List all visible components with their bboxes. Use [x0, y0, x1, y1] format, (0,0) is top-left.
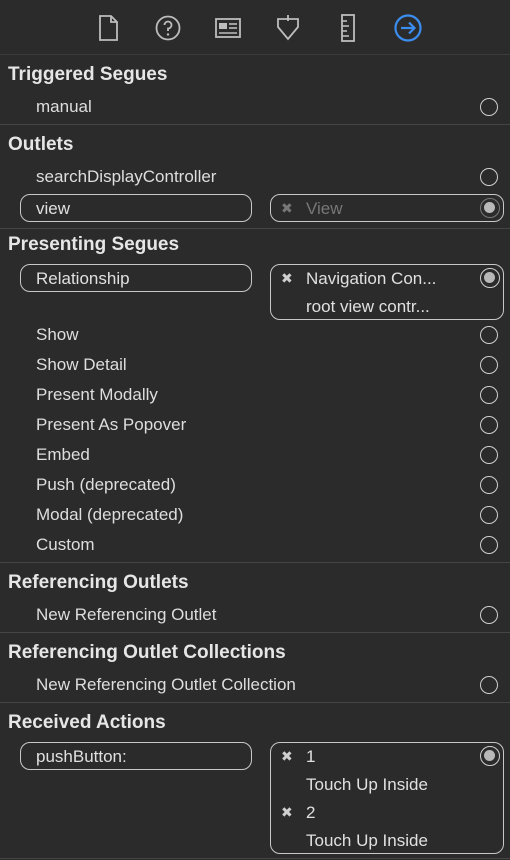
- outlet-view-target-pill[interactable]: ✖ View: [270, 194, 504, 222]
- disconnect-icon[interactable]: ✖: [281, 270, 293, 287]
- action-label: pushButton:: [36, 747, 127, 766]
- identity-icon[interactable]: [212, 12, 244, 44]
- connection-circle[interactable]: [480, 386, 498, 404]
- connection-circle[interactable]: [480, 606, 498, 624]
- action-connection-event: Touch Up Inside: [306, 831, 428, 850]
- disconnect-icon[interactable]: ✖: [281, 200, 293, 217]
- connection-circle[interactable]: [480, 326, 498, 344]
- section-divider: [0, 858, 510, 859]
- connection-circle[interactable]: [480, 506, 498, 524]
- connection-row-manual: manual: [36, 97, 92, 116]
- relationship-target-box[interactable]: ✖ Navigation Con... root view contr...: [270, 264, 504, 320]
- section-title-presenting-segues: Presenting Segues: [8, 234, 180, 255]
- section-divider: [0, 124, 510, 125]
- section-title-outlets: Outlets: [8, 134, 74, 155]
- connected-circle[interactable]: [480, 746, 500, 766]
- section-divider: [0, 562, 510, 563]
- segue-row-present-as-popover: Present As Popover: [36, 415, 187, 434]
- connection-row-new-referencing-outlet: New Referencing Outlet: [36, 605, 217, 624]
- relationship-label: Relationship: [36, 269, 130, 288]
- connection-circle[interactable]: [480, 446, 498, 464]
- attributes-icon[interactable]: [272, 12, 304, 44]
- help-icon[interactable]: [152, 12, 184, 44]
- action-push-button-pill[interactable]: pushButton:: [20, 742, 252, 770]
- section-title-triggered-segues: Triggered Segues: [8, 64, 168, 85]
- connection-row-search-display-controller: searchDisplayController: [36, 167, 217, 186]
- size-icon[interactable]: [332, 12, 364, 44]
- connection-circle[interactable]: [480, 676, 498, 694]
- connections-icon[interactable]: [392, 12, 424, 44]
- connection-row-new-referencing-outlet-collection: New Referencing Outlet Collection: [36, 675, 296, 694]
- action-connection-index: 2: [306, 803, 316, 822]
- action-connection-index: 1: [306, 747, 316, 766]
- segue-row-embed: Embed: [36, 445, 90, 464]
- segue-row-show: Show: [36, 325, 79, 344]
- disconnect-icon[interactable]: ✖: [281, 804, 293, 821]
- connection-circle[interactable]: [480, 356, 498, 374]
- section-title-referencing-outlets: Referencing Outlets: [8, 572, 189, 593]
- inspector-toolbar: [0, 0, 510, 55]
- outlet-view-pill[interactable]: view: [20, 194, 252, 222]
- connection-circle[interactable]: [480, 168, 498, 186]
- outlet-view-label: view: [36, 199, 71, 218]
- action-connection-event: Touch Up Inside: [306, 775, 428, 794]
- connected-circle[interactable]: [480, 198, 500, 218]
- outlet-view-target: View: [306, 199, 343, 218]
- section-title-referencing-outlet-collections: Referencing Outlet Collections: [8, 642, 286, 663]
- section-divider: [0, 632, 510, 633]
- relationship-target-line1: Navigation Con...: [306, 269, 437, 288]
- segue-row-present-modally: Present Modally: [36, 385, 158, 404]
- connection-circle[interactable]: [480, 98, 498, 116]
- connection-circle[interactable]: [480, 416, 498, 434]
- connection-circle[interactable]: [480, 476, 498, 494]
- section-title-received-actions: Received Actions: [8, 712, 166, 733]
- file-icon[interactable]: [92, 12, 124, 44]
- relationship-pill[interactable]: Relationship: [20, 264, 252, 292]
- section-divider: [0, 228, 510, 229]
- action-connections-box[interactable]: ✖ 1 Touch Up Inside ✖ 2 Touch Up Inside: [270, 742, 504, 854]
- segue-row-show-detail: Show Detail: [36, 355, 127, 374]
- disconnect-icon[interactable]: ✖: [281, 748, 293, 765]
- segue-row-custom: Custom: [36, 535, 95, 554]
- connected-circle[interactable]: [480, 268, 500, 288]
- section-divider: [0, 702, 510, 703]
- segue-row-modal: Modal (deprecated): [36, 505, 184, 524]
- segue-row-push: Push (deprecated): [36, 475, 176, 494]
- relationship-target-line2: root view contr...: [306, 297, 430, 316]
- connection-circle[interactable]: [480, 536, 498, 554]
